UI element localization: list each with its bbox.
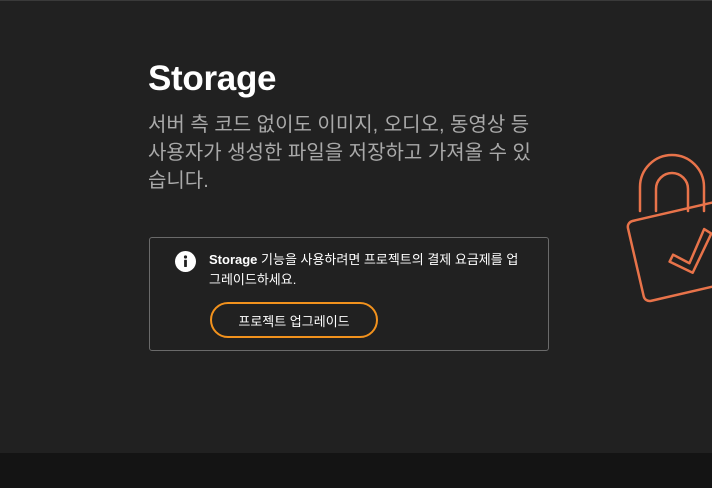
page-title: Storage: [148, 59, 277, 98]
info-icon: [175, 251, 196, 272]
page-description: 서버 측 코드 없이도 이미지, 오디오, 동영상 등 사용자가 생성한 파일을…: [148, 114, 531, 192]
upgrade-project-button[interactable]: 프로젝트 업그레이드: [210, 302, 378, 338]
notice-message: Storage 기능을 사용하려면 프로젝트의 결제 요금제를 업그레이드하세요…: [209, 250, 529, 290]
upgrade-notice: Storage 기능을 사용하려면 프로젝트의 결제 요금제를 업그레이드하세요…: [149, 237, 549, 351]
footer-band: [0, 453, 712, 488]
notice-product-name: Storage: [209, 252, 258, 267]
lock-icon: [626, 153, 712, 303]
storage-panel: Storage 서버 측 코드 없이도 이미지, 오디오, 동영상 등 사용자가…: [0, 0, 712, 453]
